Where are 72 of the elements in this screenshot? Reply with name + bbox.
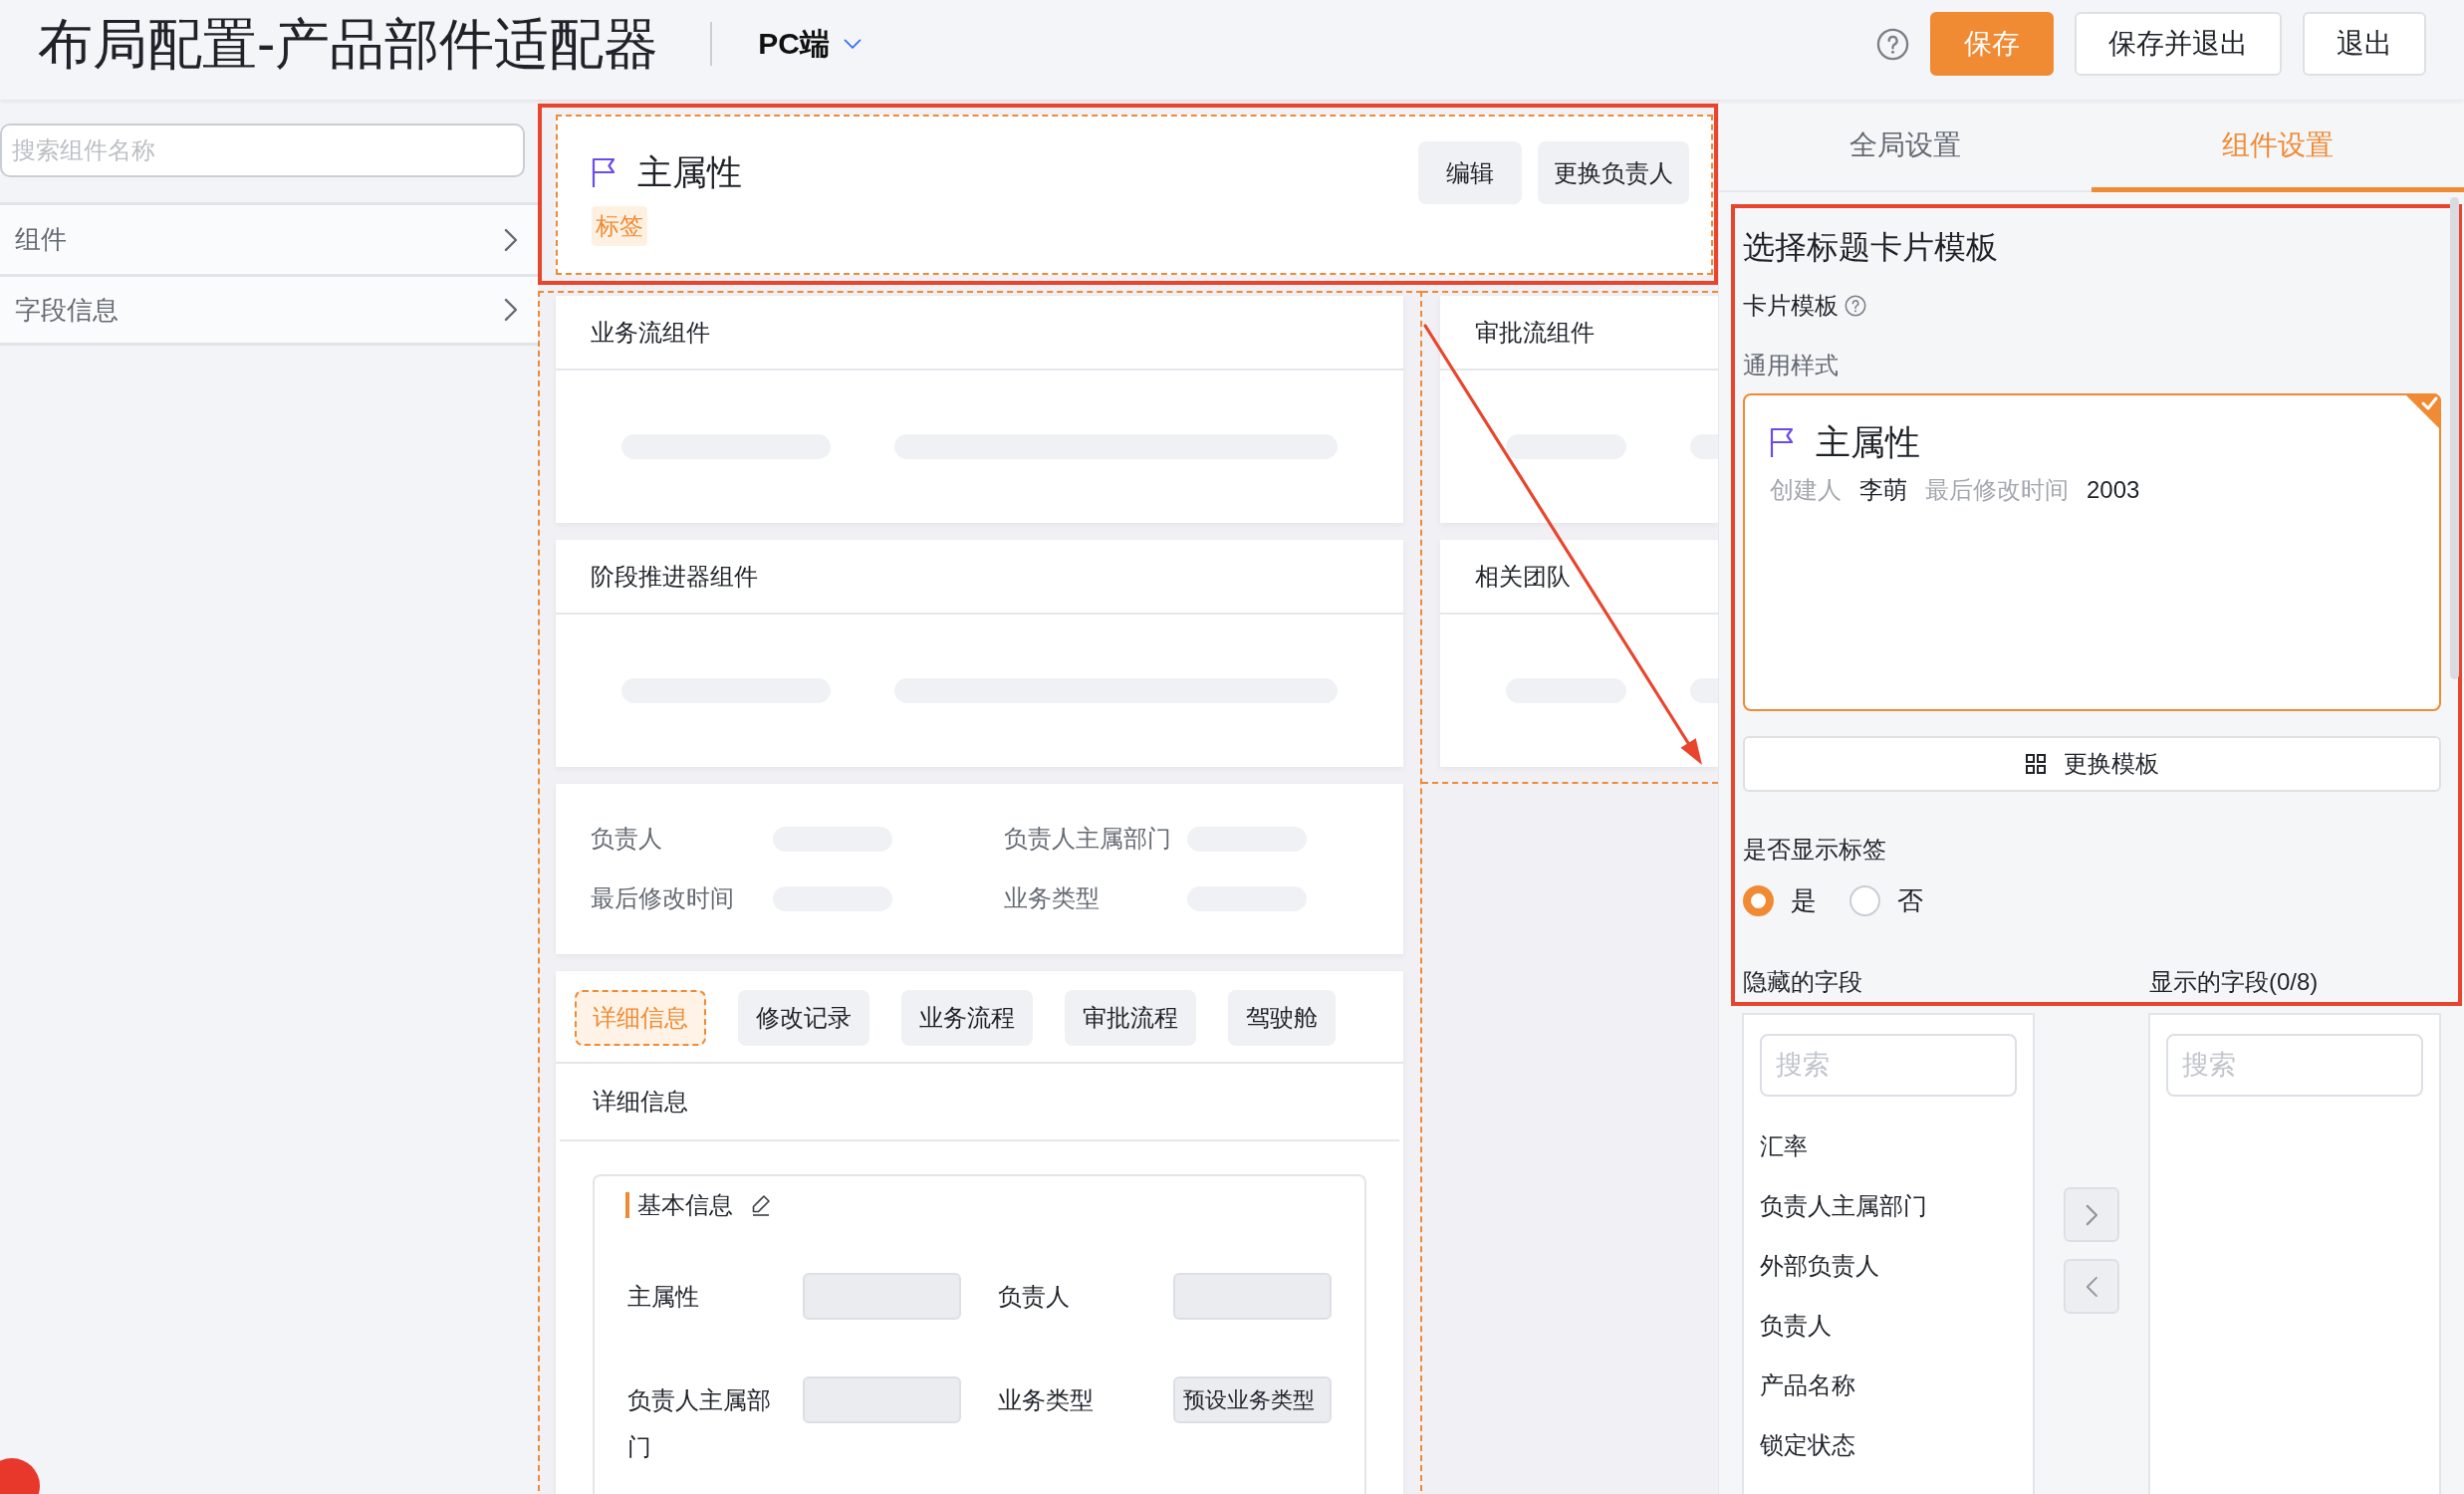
sidebar-item[interactable]: 字段信息 xyxy=(0,274,538,346)
style-label: 通用样式 xyxy=(1743,351,1839,380)
action-button[interactable]: 更换负责人 xyxy=(1538,141,1689,204)
chevron-left-icon xyxy=(2085,1275,2098,1298)
template-card[interactable]: 主属性 创建人 李萌 最后修改时间 2003 xyxy=(1743,393,2441,711)
field-label: 负责人 xyxy=(998,1282,1071,1312)
field-label: 卡片模板 xyxy=(1743,291,1839,321)
search-field[interactable]: 搜索组件名称 xyxy=(0,124,525,177)
search-field[interactable]: 搜索 xyxy=(2166,1034,2423,1097)
radio-button[interactable] xyxy=(1743,884,1774,916)
move-left-button[interactable] xyxy=(2064,1259,2119,1314)
card-title: 主属性 xyxy=(637,152,742,192)
save-and-exit-button[interactable]: 保存并退出 xyxy=(2075,12,2282,76)
move-right-button[interactable] xyxy=(2064,1187,2119,1242)
group-title: 基本信息 xyxy=(637,1190,733,1220)
list-item[interactable]: 负责人主属部门 xyxy=(1760,1176,1927,1236)
change-template-button[interactable]: 更换模板 xyxy=(1743,736,2441,792)
field-label: 业务类型 xyxy=(1004,883,1101,913)
card-title: 相关团队 xyxy=(1475,561,1571,592)
radio-label: 是 xyxy=(1791,883,1817,917)
section-title: 详细信息 xyxy=(593,1087,688,1117)
tag-label: 标签 xyxy=(592,206,647,246)
chevron-down-icon xyxy=(844,38,862,50)
tab[interactable]: 全局设置 xyxy=(1719,100,2092,192)
meta-value: 2003 xyxy=(2087,476,2140,504)
card-title: 业务流组件 xyxy=(591,317,710,348)
page-title: 布局配置-产品部件适配器 xyxy=(38,12,659,76)
tab[interactable]: 修改记录 xyxy=(738,990,869,1046)
meta-label: 创建人 xyxy=(1770,475,1842,505)
card-title: 主属性 xyxy=(1816,422,1920,462)
list-item[interactable]: 外部负责人 xyxy=(1760,1236,1879,1296)
list-item[interactable]: 产品名称 xyxy=(1760,1356,1855,1415)
flag-icon xyxy=(592,156,616,188)
meta-value: 李萌 xyxy=(1859,475,1907,505)
search-field[interactable]: 搜索 xyxy=(1760,1034,2017,1097)
list-title: 隐藏的字段 xyxy=(1743,967,1863,997)
list-item[interactable]: 锁定状态 xyxy=(1760,1415,1855,1475)
input-field[interactable] xyxy=(1173,1273,1332,1320)
flag-icon xyxy=(1770,426,1795,458)
input-field[interactable]: 预设业务类型 xyxy=(1173,1376,1332,1423)
setting-label: 是否显示标签 xyxy=(1743,835,1886,865)
field-label: 负责人 xyxy=(591,824,663,854)
card-title: 阶段推进器组件 xyxy=(591,561,758,592)
list-item[interactable]: 汇率 xyxy=(1760,1117,1808,1176)
list-title: 显示的字段(0/8) xyxy=(2149,967,2320,997)
grid-icon xyxy=(2025,754,2046,774)
field-label: 负责人主属部门 xyxy=(1004,824,1172,854)
action-button[interactable]: 编辑 xyxy=(1418,141,1522,204)
field-label: 最后修改时间 xyxy=(591,883,735,913)
tab[interactable]: 驾驶舱 xyxy=(1228,990,1336,1046)
tab[interactable]: 业务流程 xyxy=(901,990,1033,1046)
meta-label: 最后修改时间 xyxy=(1925,475,2069,505)
pencil-icon[interactable] xyxy=(751,1194,771,1216)
field-label: 主属性 xyxy=(627,1282,700,1312)
help-icon[interactable] xyxy=(1845,295,1866,317)
chevron-right-icon xyxy=(2085,1203,2098,1226)
radio-label: 否 xyxy=(1897,883,1923,917)
sidebar-item[interactable]: 组件 xyxy=(0,202,538,274)
field-label: 负责人主属部门 xyxy=(627,1385,772,1462)
check-corner-icon xyxy=(2404,393,2441,430)
input-field[interactable] xyxy=(803,1273,961,1320)
tab[interactable]: 审批流程 xyxy=(1065,990,1196,1046)
exit-button[interactable]: 退出 xyxy=(2303,12,2426,76)
radio-button[interactable] xyxy=(1849,884,1880,916)
help-icon[interactable] xyxy=(1876,27,1909,61)
panel-heading: 选择标题卡片模板 xyxy=(1743,228,1999,267)
list-item[interactable]: 负责人 xyxy=(1760,1296,1832,1356)
card-title: 审批流组件 xyxy=(1475,317,1595,348)
input-field[interactable] xyxy=(803,1376,961,1423)
platform-dropdown[interactable]: PC端 xyxy=(758,23,862,65)
accent-bar xyxy=(625,1192,629,1218)
field-label: 业务类型 xyxy=(998,1385,1095,1415)
